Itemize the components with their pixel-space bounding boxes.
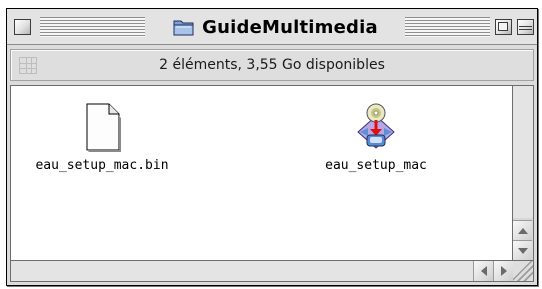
document-icon xyxy=(86,103,121,152)
scroll-up-button[interactable] xyxy=(513,220,532,240)
title-bar[interactable]: GuideMultimedia xyxy=(7,9,537,45)
file-item-app[interactable]: eau_setup_mac xyxy=(291,102,461,173)
up-arrow-icon xyxy=(517,227,528,234)
horizontal-scrollbar[interactable] xyxy=(10,261,513,282)
scroll-down-button[interactable] xyxy=(513,240,532,260)
right-arrow-icon xyxy=(500,266,507,276)
vertical-scroll-track[interactable] xyxy=(513,86,533,218)
window-title-group: GuideMultimedia xyxy=(147,14,403,40)
down-arrow-icon xyxy=(517,247,528,254)
left-arrow-icon xyxy=(480,266,487,276)
status-text: 2 éléments, 3,55 Go disponibles xyxy=(159,57,385,73)
file-item-bin[interactable]: eau_setup_mac.bin xyxy=(17,102,187,173)
folder-icon xyxy=(173,20,194,36)
scroll-left-button[interactable] xyxy=(473,261,493,281)
resize-grip[interactable] xyxy=(513,261,534,282)
title-bar-stripes-left xyxy=(40,17,145,37)
file-area[interactable]: eau_setup_mac.bin eau_setup_mac xyxy=(10,85,513,261)
file-name: eau_setup_mac.bin xyxy=(35,158,169,173)
scroll-right-button[interactable] xyxy=(493,261,513,281)
file-name: eau_setup_mac xyxy=(325,158,427,173)
vertical-scrollbar[interactable] xyxy=(513,85,534,261)
zoom-box[interactable] xyxy=(495,19,512,35)
title-bar-stripes-right xyxy=(405,17,490,37)
finder-window: GuideMultimedia 2 éléments, 3,55 Go disp… xyxy=(6,8,538,286)
installer-app-icon xyxy=(357,103,395,149)
close-box[interactable] xyxy=(14,19,31,35)
info-bar: 2 éléments, 3,55 Go disponibles xyxy=(10,49,534,81)
window-title: GuideMultimedia xyxy=(202,16,378,38)
collapse-box[interactable] xyxy=(517,19,534,35)
